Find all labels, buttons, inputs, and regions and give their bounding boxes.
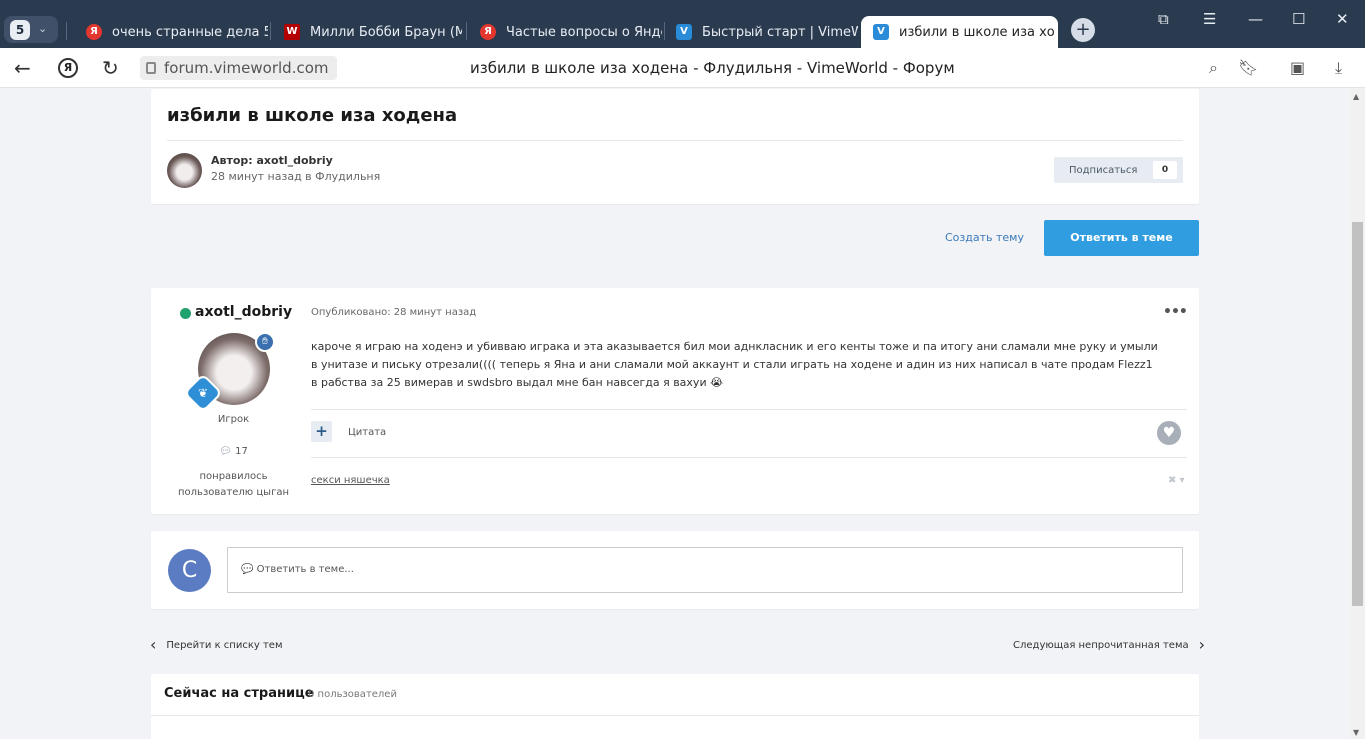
subscribe-count: 0 — [1153, 161, 1177, 179]
browser-tab[interactable]: V Быстрый старт | VimeWor — [664, 16, 858, 48]
browser-tab[interactable]: Я очень странные дела 5 — — [74, 16, 268, 48]
tab-separator — [466, 22, 467, 40]
page-title: избили в школе иза ходена - Флудильня - … — [470, 59, 955, 77]
multiquote-button[interactable]: + — [311, 421, 332, 442]
author-line[interactable]: Автор: axotl_dobriy — [211, 154, 333, 167]
address-bar: ← Я ↻ forum.vimeworld.com избили в школе… — [0, 48, 1365, 88]
bookmarks-icon[interactable]: ⧉ — [1158, 10, 1169, 28]
more-options-icon[interactable]: ••• — [1163, 304, 1188, 320]
browser-tab-active[interactable]: V избили в школе иза хо ✕ — [861, 16, 1058, 48]
chevron-down-icon: ⌄ — [38, 22, 48, 35]
download-icon[interactable]: ⤓ — [1335, 58, 1342, 78]
tab-separator — [66, 22, 67, 40]
online-status-icon — [180, 308, 191, 319]
tab-title: Быстрый старт | VimeWor — [702, 24, 858, 40]
liked-line-2: пользователю цыган — [178, 487, 289, 498]
tab-title: Милли Бобби Браун (Mill — [310, 24, 462, 40]
scrollbar-thumb[interactable] — [1352, 222, 1363, 606]
tab-counter-button[interactable]: 5 ⌄ — [4, 16, 58, 43]
reload-icon[interactable]: ↻ — [102, 56, 119, 80]
back-to-topics-link[interactable]: ‹ Перейти к списку тем — [150, 635, 283, 654]
chevron-left-icon: ‹ — [150, 635, 157, 654]
post: axotl_dobriy ✋︎ ❦ Игрок 💬︎ 17 понравилос… — [151, 288, 1199, 514]
divider — [151, 715, 1199, 716]
site-icon: W — [284, 24, 300, 40]
post-body: кароче я играю на ходенэ и убивваю играк… — [311, 340, 1158, 389]
browser-tab[interactable]: W Милли Бобби Браун (Mill — [272, 16, 462, 48]
collections-icon[interactable]: ▣ — [1290, 58, 1305, 77]
lock-icon — [146, 62, 156, 74]
topic-title: избили в школе иза ходена — [167, 105, 458, 126]
vimeworld-icon: V — [676, 24, 692, 40]
minimize-icon[interactable]: — — [1248, 10, 1263, 28]
liked-line-1: понравилось — [199, 471, 268, 482]
url-text: forum.vimeworld.com — [164, 59, 329, 77]
close-window-icon[interactable]: ✕ — [1336, 10, 1349, 28]
next-label: Следующая непрочитанная тема — [1013, 639, 1189, 651]
subscribe-button[interactable]: Подписаться 0 — [1054, 157, 1183, 183]
like-heart-icon[interactable]: ♥ — [1157, 421, 1181, 445]
signature-hide-icon[interactable]: ✖ ▾ — [1168, 475, 1185, 486]
next-unread-link[interactable]: Следующая непрочитанная тема › — [1013, 635, 1206, 654]
online-users: Сейчас на странице 0 пользователей — [151, 674, 1199, 739]
divider — [167, 140, 1183, 141]
author-avatar[interactable] — [167, 153, 202, 188]
browser-tab[interactable]: Я Частые вопросы о Яндек — [468, 16, 662, 48]
search-page-icon[interactable]: ⌕ — [1209, 58, 1218, 78]
quote-button[interactable]: Цитата — [348, 427, 386, 438]
back-arrow-icon[interactable]: ← — [14, 56, 31, 80]
tab-title: очень странные дела 5 — — [112, 24, 268, 40]
vimeworld-icon: V — [873, 24, 889, 40]
menu-icon[interactable]: ☰ — [1203, 10, 1216, 28]
quick-reply: C 💬 Ответить в теме... — [151, 531, 1199, 609]
posted-line: 28 минут назад в Флудильня — [211, 170, 381, 183]
tab-count: 5 — [10, 20, 30, 40]
yandex-icon: Я — [86, 24, 102, 40]
current-user-avatar: C — [168, 549, 211, 592]
post-author[interactable]: axotl_dobriy — [195, 304, 292, 320]
online-title: Сейчас на странице — [164, 686, 314, 701]
yandex-icon: Я — [480, 24, 496, 40]
yandex-button-icon[interactable]: Я — [58, 58, 78, 78]
reply-input[interactable]: 💬 Ответить в теме... — [227, 547, 1183, 593]
scroll-up-icon[interactable]: ▲ — [1353, 92, 1359, 101]
post-count-value: 17 — [235, 446, 248, 457]
comment-icon: 💬︎ — [219, 446, 232, 457]
reply-button[interactable]: Ответить в теме — [1044, 220, 1199, 256]
user-rank: Игрок — [217, 414, 250, 425]
browser-tab-bar: 5 ⌄ Я очень странные дела 5 — W Милли Бо… — [0, 0, 1365, 48]
new-tab-button[interactable]: + — [1071, 18, 1095, 42]
hand-badge-icon: ✋︎ — [255, 332, 275, 352]
post-count: 💬︎ 17 — [151, 446, 316, 457]
liked-by: понравилось пользователю цыган — [151, 469, 316, 501]
online-count: 0 пользователей — [308, 689, 397, 700]
divider — [311, 409, 1187, 410]
maximize-icon[interactable]: ☐ — [1292, 10, 1305, 28]
topic-header: избили в школе иза ходена Автор: axotl_d… — [151, 89, 1199, 204]
post-meta: Опубликовано: 28 минут назад — [311, 307, 477, 318]
divider — [311, 457, 1187, 458]
bookmark-icon[interactable]: 🔖︎ — [1238, 58, 1258, 77]
scroll-down-icon[interactable]: ▼ — [1353, 728, 1359, 737]
chevron-right-icon: › — [1198, 635, 1206, 654]
url-field[interactable]: forum.vimeworld.com — [140, 56, 337, 80]
tab-separator — [270, 22, 271, 40]
tab-title: Частые вопросы о Яндек — [506, 24, 662, 40]
subscribe-label: Подписаться — [1069, 164, 1138, 176]
signature[interactable]: секси няшечка — [311, 475, 390, 486]
create-topic-link[interactable]: Создать тему — [945, 231, 1024, 244]
back-label: Перейти к списку тем — [166, 639, 283, 651]
tab-title: избили в школе иза хо — [899, 24, 1055, 40]
